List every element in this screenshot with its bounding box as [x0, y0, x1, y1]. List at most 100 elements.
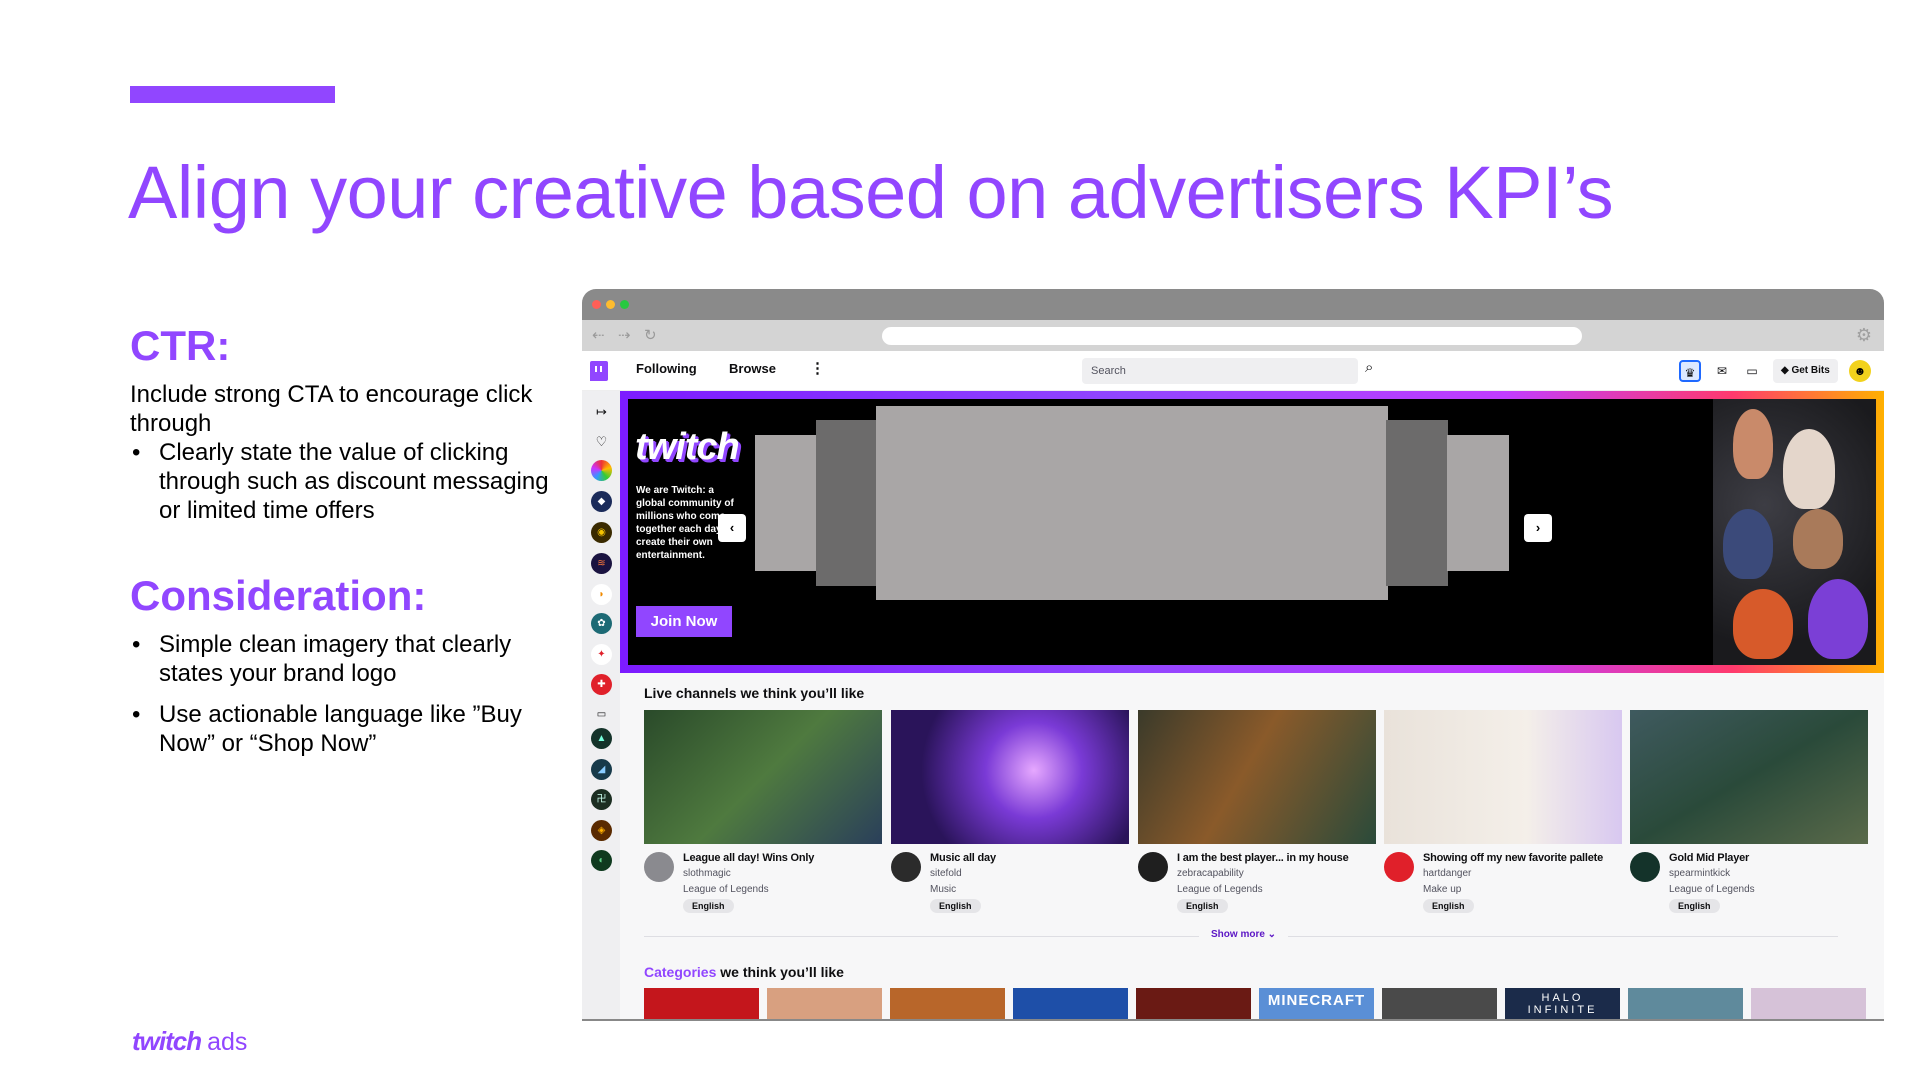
channel-name[interactable]: sitefold	[930, 868, 962, 879]
stream-title[interactable]: I am the best player... in my house	[1177, 852, 1349, 864]
maximize-dot-icon[interactable]	[620, 300, 629, 309]
stream-title[interactable]: Gold Mid Player	[1669, 852, 1749, 864]
more-menu-icon[interactable]: ⋮	[810, 359, 825, 377]
channel-card[interactable]: Gold Mid Player spearmintkick League of …	[1630, 710, 1868, 920]
channel-avatar[interactable]	[1138, 852, 1168, 882]
category-tile[interactable]	[1751, 988, 1866, 1019]
channel-avatar[interactable]	[891, 852, 921, 882]
categories-link[interactable]: Categories	[644, 964, 716, 980]
prime-crown-icon[interactable]: ♛	[1679, 360, 1701, 382]
channel-card[interactable]: League all day! Wins Only slothmagic Lea…	[644, 710, 882, 920]
category-tile[interactable]	[890, 988, 1005, 1019]
nav-browse[interactable]: Browse	[729, 361, 776, 376]
stream-title[interactable]: Music all day	[930, 852, 996, 864]
category-tile[interactable]: HALO INFINITE	[1505, 988, 1620, 1019]
language-tag[interactable]: English	[1423, 899, 1474, 913]
channel-name[interactable]: zebracapability	[1177, 868, 1244, 879]
category-tile[interactable]	[644, 988, 759, 1019]
carousel-card[interactable]	[1386, 420, 1448, 586]
channel-avatar-icon[interactable]: ≋	[591, 553, 612, 574]
inbox-icon[interactable]: ✉	[1711, 360, 1733, 382]
address-bar[interactable]	[882, 327, 1582, 345]
language-tag[interactable]: English	[1177, 899, 1228, 913]
minimize-dot-icon[interactable]	[606, 300, 615, 309]
channel-avatar-icon[interactable]: ✿	[591, 613, 612, 634]
channel-name[interactable]: hartdanger	[1423, 868, 1471, 879]
search-input[interactable]: Search	[1082, 358, 1358, 384]
ctr-bullet: Clearly state the value of clicking thro…	[130, 438, 550, 525]
channel-avatar-icon[interactable]: ✦	[591, 644, 612, 665]
channel-category[interactable]: League of Legends	[1669, 884, 1755, 895]
carousel-card[interactable]	[816, 420, 878, 586]
category-tile[interactable]	[1382, 988, 1497, 1019]
channel-avatar-icon[interactable]: ◈	[591, 820, 612, 841]
channel-meta: I am the best player... in my house zebr…	[1138, 844, 1376, 920]
carousel-card[interactable]	[755, 435, 817, 571]
carousel-next-icon[interactable]: ›	[1524, 514, 1552, 542]
channel-avatar-icon[interactable]: 卍	[591, 789, 612, 810]
carousel-card[interactable]	[1447, 435, 1509, 571]
category-tile[interactable]: MINECRAFT	[1259, 988, 1374, 1019]
channel-avatar-icon[interactable]: ◗	[591, 584, 612, 605]
stream-thumbnail[interactable]	[1630, 710, 1868, 844]
stream-title[interactable]: Showing off my new favorite pallete	[1423, 852, 1603, 864]
stream-thumbnail[interactable]	[1138, 710, 1376, 844]
forward-arrow-icon[interactable]: ⇢	[618, 326, 631, 344]
hero-inner: twitch We are Twitch: a global community…	[628, 399, 1876, 665]
consideration-bullet: Use actionable language like ”Buy Now” o…	[130, 700, 550, 758]
back-arrow-icon[interactable]: ⇠	[592, 326, 605, 344]
stream-thumbnail[interactable]	[1384, 710, 1622, 844]
user-avatar-icon[interactable]: ☻	[1849, 360, 1871, 382]
gear-icon[interactable]: ⚙	[1856, 325, 1872, 346]
carousel-prev-icon[interactable]: ‹	[718, 514, 746, 542]
close-dot-icon[interactable]	[592, 300, 601, 309]
channel-category[interactable]: Music	[930, 884, 956, 895]
channel-avatar-icon[interactable]: ◢	[591, 759, 612, 780]
channel-avatar-icon[interactable]: ▲	[591, 728, 612, 749]
heart-icon[interactable]: ♡	[591, 431, 612, 452]
channel-category[interactable]: League of Legends	[1177, 884, 1263, 895]
whispers-icon[interactable]: ▭	[1741, 360, 1763, 382]
browser-titlebar	[582, 289, 1884, 320]
get-bits-button[interactable]: ◆ Get Bits	[1773, 359, 1838, 383]
channel-category[interactable]: Make up	[1423, 884, 1461, 895]
language-tag[interactable]: English	[683, 899, 734, 913]
stream-title[interactable]: League all day! Wins Only	[683, 852, 814, 864]
channel-avatar[interactable]	[1630, 852, 1660, 882]
category-tile[interactable]	[1136, 988, 1251, 1019]
slide: Align your creative based on advertisers…	[0, 0, 1920, 1080]
language-tag[interactable]: English	[1669, 899, 1720, 913]
channel-avatar[interactable]	[644, 852, 674, 882]
carousel-card-active[interactable]	[876, 406, 1388, 600]
channel-avatar-icon[interactable]: ◐	[591, 850, 612, 871]
channel-name[interactable]: slothmagic	[683, 868, 731, 879]
ctr-heading: CTR:	[130, 322, 231, 369]
show-more-button[interactable]: Show more ⌄	[1199, 929, 1289, 940]
stream-thumbnail[interactable]	[891, 710, 1129, 844]
search-icon[interactable]: ⌕	[1365, 359, 1373, 376]
channel-avatar-icon[interactable]: ◉	[591, 522, 612, 543]
channel-card[interactable]: Music all day sitefold Music English	[891, 710, 1129, 920]
channel-avatar-icon[interactable]	[591, 460, 612, 481]
person-figure	[1733, 589, 1793, 659]
channel-card[interactable]: I am the best player... in my house zebr…	[1138, 710, 1376, 920]
collapse-icon[interactable]: ↦	[591, 401, 612, 422]
stream-thumbnail[interactable]	[644, 710, 882, 844]
channel-card[interactable]: Showing off my new favorite pallete hart…	[1384, 710, 1622, 920]
channel-avatar-icon[interactable]: ✚	[591, 674, 612, 695]
reload-icon[interactable]: ↻	[644, 326, 657, 344]
category-tile[interactable]	[767, 988, 882, 1019]
join-now-button[interactable]: Join Now	[636, 606, 732, 637]
consideration-heading: Consideration:	[130, 572, 427, 619]
video-camera-icon[interactable]: ▭	[591, 704, 612, 725]
twitch-glitch-icon[interactable]	[590, 361, 608, 381]
nav-following[interactable]: Following	[636, 361, 697, 376]
category-tile[interactable]	[1628, 988, 1743, 1019]
channel-category[interactable]: League of Legends	[683, 884, 769, 895]
channel-name[interactable]: spearmintkick	[1669, 868, 1730, 879]
channel-avatar[interactable]	[1384, 852, 1414, 882]
get-bits-label: Get Bits	[1791, 365, 1830, 376]
language-tag[interactable]: English	[930, 899, 981, 913]
channel-avatar-icon[interactable]: ◆	[591, 491, 612, 512]
category-tile[interactable]	[1013, 988, 1128, 1019]
